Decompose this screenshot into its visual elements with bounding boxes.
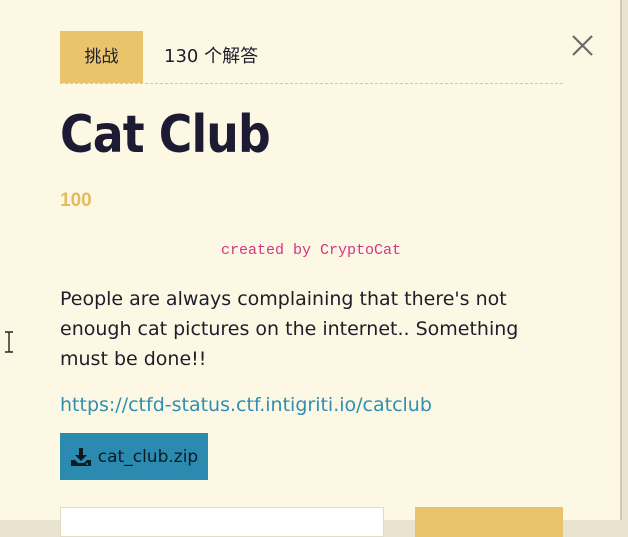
challenge-title: Cat Club	[60, 105, 271, 165]
challenge-author: created by CryptoCat	[220, 242, 402, 259]
close-button[interactable]	[568, 31, 598, 61]
text-cursor-icon	[3, 330, 15, 354]
challenge-link[interactable]: https://ctfd-status.ctf.intigriti.io/cat…	[60, 394, 432, 416]
tab-solves[interactable]: 130 个解答	[164, 31, 258, 83]
modal-tabs: 挑战 130 个解答	[60, 31, 563, 84]
download-icon	[70, 447, 91, 466]
file-name: cat_club.zip	[97, 446, 199, 467]
challenge-modal: 挑战 130 个解答 Cat Club 100 created by Crypt…	[0, 0, 622, 537]
challenge-points: 100	[60, 190, 92, 211]
challenge-description: People are always complaining that there…	[60, 288, 519, 370]
download-file-button[interactable]: cat_club.zip	[60, 433, 208, 480]
tab-challenge[interactable]: 挑战	[60, 31, 143, 83]
close-icon	[572, 35, 593, 56]
